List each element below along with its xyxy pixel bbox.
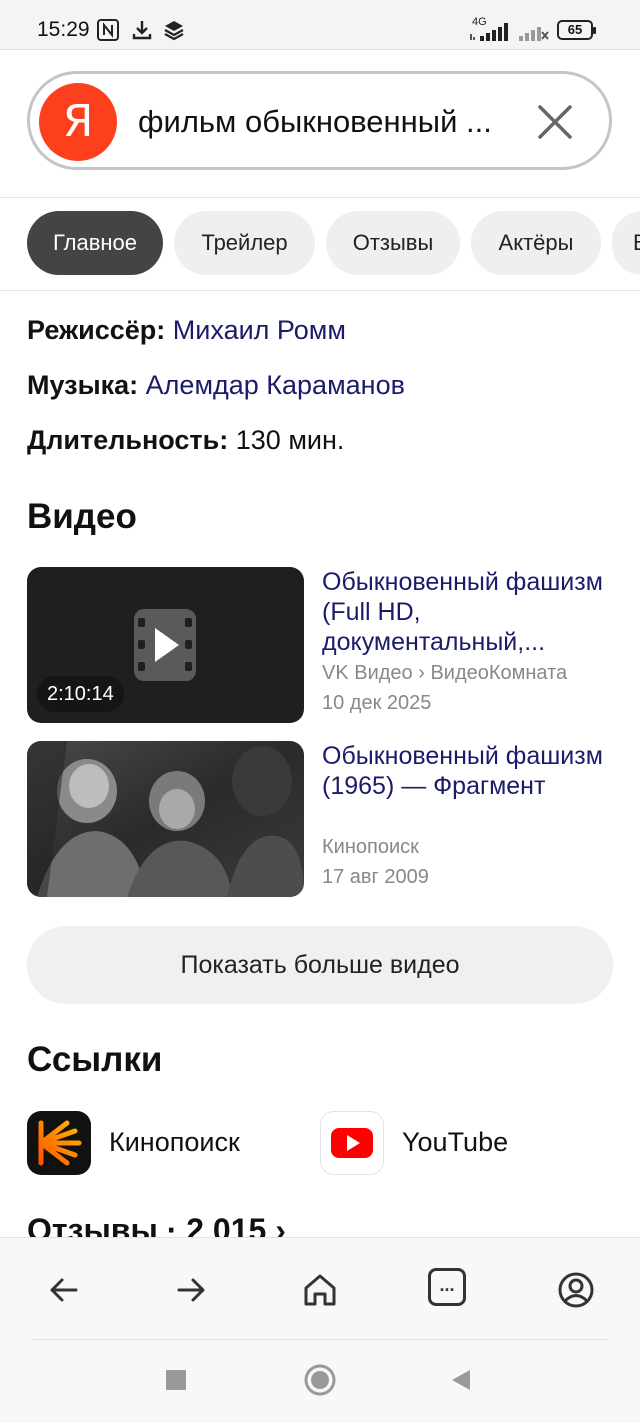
yandex-logo-icon[interactable]: Я xyxy=(39,83,117,161)
video-date-2: 17 авг 2009 xyxy=(322,866,429,888)
duration-row: Длительность: 130 мин. xyxy=(27,425,344,456)
close-icon[interactable] xyxy=(535,102,575,142)
music-link[interactable]: Алемдар Караманов xyxy=(146,370,405,400)
signal-2-icon xyxy=(519,27,549,41)
video-thumbnail-2[interactable] xyxy=(27,741,304,897)
video-duration-badge: 2:10:14 xyxy=(37,676,124,712)
link-label-kinopoisk[interactable]: Кинопоиск xyxy=(109,1127,240,1158)
search-input[interactable]: фильм обыкновенный ... xyxy=(138,104,492,140)
director-link[interactable]: Михаил Ромм xyxy=(173,315,346,345)
video-still-image xyxy=(27,741,304,897)
search-header: Я фильм обыкновенный ... xyxy=(0,50,640,198)
tabs-switcher-button[interactable]: ... xyxy=(428,1268,466,1306)
director-label: Режиссёр: xyxy=(27,315,166,345)
video-source-1: VK Видео › ВидеоКомната xyxy=(322,662,568,684)
link-label-youtube[interactable]: YouTube xyxy=(402,1127,508,1158)
recent-apps-icon[interactable] xyxy=(165,1369,187,1391)
video-thumbnail-1[interactable]: 2:10:14 xyxy=(27,567,304,723)
tab-trailer[interactable]: Трейлер xyxy=(174,211,315,275)
back-nav-icon[interactable] xyxy=(448,1368,472,1392)
download-icon xyxy=(132,21,152,40)
videos-heading: Видео xyxy=(27,497,137,536)
browser-toolbar: ... xyxy=(0,1237,640,1339)
status-bar: 15:29 4G 65 xyxy=(0,0,640,50)
system-navigation-bar xyxy=(0,1339,640,1423)
nav-divider xyxy=(33,1339,607,1340)
tab-bar: Главное Трейлер Отзывы Актёры В xyxy=(0,198,640,291)
music-label: Музыка: xyxy=(27,370,139,400)
video-title-2[interactable]: Обыкновенный фашизм (1965) — Фрагмент xyxy=(322,741,622,801)
back-arrow-icon[interactable] xyxy=(42,1268,86,1312)
forward-arrow-icon[interactable] xyxy=(169,1268,213,1312)
duration-label: Длительность: xyxy=(27,425,229,455)
links-heading: Ссылки xyxy=(27,1040,163,1079)
kinopoisk-icon[interactable] xyxy=(27,1111,91,1175)
tab-more[interactable]: В xyxy=(612,211,640,275)
search-box[interactable]: Я фильм обыкновенный ... xyxy=(27,71,612,170)
home-nav-icon[interactable] xyxy=(303,1363,337,1397)
duration-value: 130 мин. xyxy=(235,425,345,455)
tab-main[interactable]: Главное xyxy=(27,211,163,275)
nfc-icon xyxy=(97,19,119,41)
video-date-1: 10 дек 2025 xyxy=(322,692,432,714)
video-source-2: Кинопоиск xyxy=(322,836,419,858)
layers-icon xyxy=(164,21,184,41)
video-play-icon xyxy=(134,609,196,681)
tab-actors[interactable]: Актёры xyxy=(471,211,601,275)
home-icon[interactable] xyxy=(298,1268,342,1312)
signal-icon xyxy=(470,23,508,41)
battery-indicator: 65 xyxy=(557,20,596,40)
status-time: 15:29 xyxy=(37,18,90,41)
music-row: Музыка: Алемдар Караманов xyxy=(27,370,405,401)
video-title-1[interactable]: Обыкновенный фашизм (Full HD, документал… xyxy=(322,567,622,657)
show-more-videos-button[interactable]: Показать больше видео xyxy=(27,926,613,1004)
youtube-icon[interactable] xyxy=(320,1111,384,1175)
tab-reviews[interactable]: Отзывы xyxy=(326,211,460,275)
profile-icon[interactable] xyxy=(554,1268,598,1312)
director-row: Режиссёр: Михаил Ромм xyxy=(27,315,346,346)
